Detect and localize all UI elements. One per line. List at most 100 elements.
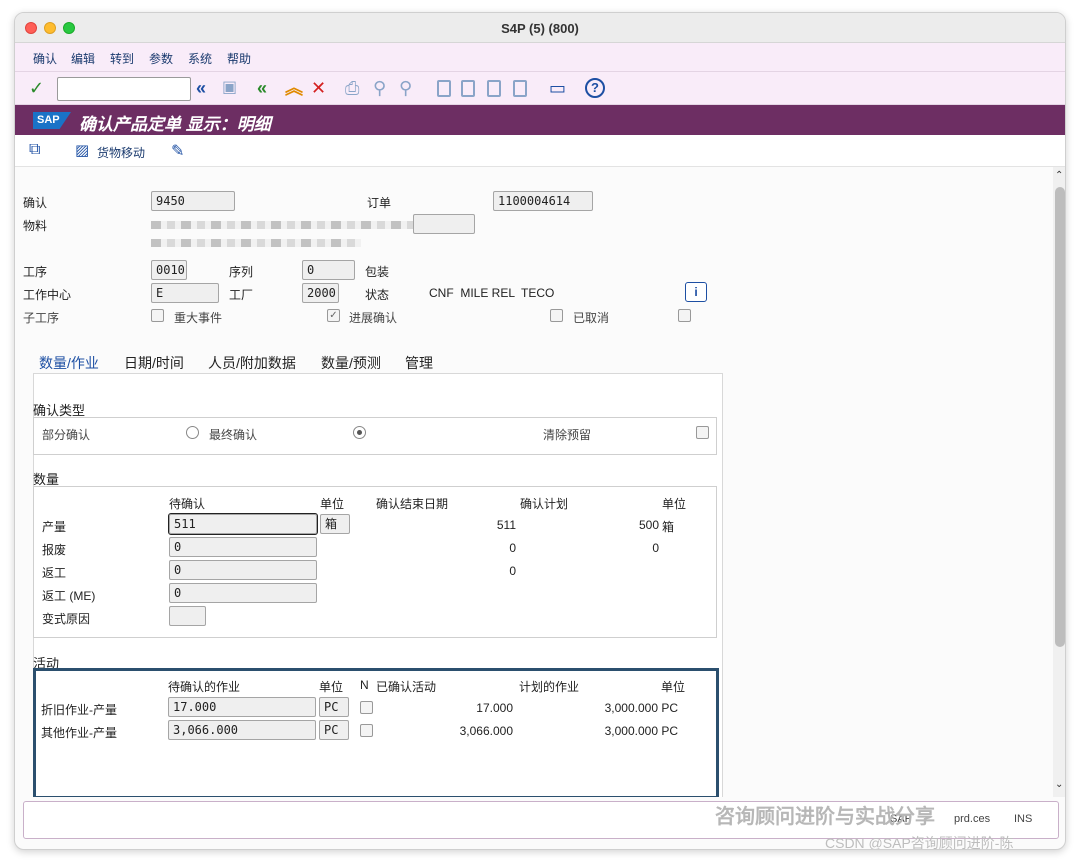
yield-label: 产量 xyxy=(42,520,67,534)
progress-confirm-checkbox[interactable] xyxy=(550,309,563,322)
scrap-field[interactable]: 0 xyxy=(169,537,317,557)
rework-me-field[interactable]: 0 xyxy=(169,583,317,603)
material-text-blurred xyxy=(151,239,361,247)
vertical-scrollbar[interactable]: ⌃ ⌄ xyxy=(1053,167,1065,797)
watermark-text: 咨询顾问进阶与实战分享 xyxy=(715,806,935,828)
material-description-field[interactable] xyxy=(413,214,475,234)
find-next-icon[interactable]: ⚲ xyxy=(399,77,412,99)
cancelled-label: 已取消 xyxy=(573,311,610,325)
menu-confirm[interactable]: 确认 xyxy=(33,50,57,67)
clear-reservation-checkbox[interactable] xyxy=(696,426,709,439)
qty-col-plan: 确认计划 xyxy=(520,497,569,511)
back-icon[interactable]: « xyxy=(257,77,267,99)
suboperation-label: 子工序 xyxy=(23,311,60,325)
command-expand-icon[interactable]: « xyxy=(196,77,206,99)
depreciation-activity-label: 折旧作业-产量 xyxy=(41,703,117,717)
other-planned: 3,000.000 PC xyxy=(604,724,678,738)
plant-label: 工厂 xyxy=(229,288,254,302)
cancel-icon[interactable]: ✕ xyxy=(311,77,326,99)
menu-system[interactable]: 系统 xyxy=(188,50,212,67)
act-col-unit: 单位 xyxy=(319,680,344,694)
material-number-blurred xyxy=(151,221,416,229)
yield-unit-field[interactable]: 箱 xyxy=(320,514,350,534)
major-event-checkbox[interactable]: ✓ xyxy=(327,309,340,322)
goods-movement-icon[interactable]: ▨ xyxy=(75,141,89,159)
first-page-icon[interactable] xyxy=(437,80,451,97)
other-confirmed: 3,066.000 xyxy=(459,724,513,738)
scroll-up-icon[interactable]: ⌃ xyxy=(1055,170,1063,181)
quantity-group: 待确认 单位 确认结束日期 确认计划 单位 产量 511 箱 511 500 箱… xyxy=(33,486,717,638)
scrap-plan: 0 xyxy=(652,541,659,555)
other-activity-label: 其他作业-产量 xyxy=(41,726,117,740)
menu-parameters[interactable]: 参数 xyxy=(149,50,173,67)
depreciation-confirmed: 17.000 xyxy=(476,701,513,715)
activity-group: 待确认的作业 单位 N 已确认活动 计划的作业 单位 折旧作业-产量 17.00… xyxy=(33,668,719,797)
final-confirm-radio[interactable] xyxy=(353,426,366,439)
qty-col-end-date: 确认结束日期 xyxy=(376,497,449,511)
cancelled-checkbox[interactable] xyxy=(678,309,691,322)
clear-reservation-label: 清除预留 xyxy=(543,428,592,442)
goods-movement-button[interactable]: 货物移动 xyxy=(97,144,145,161)
order-field[interactable]: 1100004614 xyxy=(493,191,593,211)
depreciation-activity-field[interactable]: 17.000 xyxy=(168,697,316,717)
edit-note-icon[interactable]: ✎ xyxy=(171,141,184,161)
command-field[interactable] xyxy=(57,77,191,101)
yield-field[interactable]: 511 xyxy=(168,513,318,535)
sequence-field[interactable]: 0 xyxy=(302,260,355,280)
depreciation-n-checkbox[interactable] xyxy=(360,701,373,714)
plant-field[interactable]: 2000 xyxy=(302,283,339,303)
material-label: 物料 xyxy=(23,219,48,233)
rework-label: 返工 xyxy=(42,566,67,580)
operation-field[interactable]: 0010 xyxy=(151,260,187,280)
confirmation-field[interactable]: 9450 xyxy=(151,191,235,211)
last-page-icon[interactable] xyxy=(513,80,527,97)
scrollbar-thumb[interactable] xyxy=(1055,187,1065,647)
yield-plan-unit: 箱 xyxy=(662,520,675,534)
save-icon[interactable]: ▣ xyxy=(222,77,237,99)
exit-icon[interactable]: ︽ xyxy=(285,77,303,99)
find-icon[interactable]: ⚲ xyxy=(373,77,386,99)
workcenter-field[interactable]: E xyxy=(151,283,219,303)
suboperation-checkbox[interactable] xyxy=(151,309,164,322)
tab-date-time[interactable]: 日期/时间 xyxy=(124,353,184,373)
screen-title: 确认产品定单 显示：明细 xyxy=(79,115,271,134)
other-unit-field[interactable]: PC xyxy=(319,720,349,740)
print-icon[interactable]: ⎙ xyxy=(345,77,359,99)
confirm-type-group: 部分确认 最终确认 清除预留 xyxy=(33,417,717,455)
watermark-csdn: CSDN @SAP咨询顾问进阶-陈 xyxy=(825,835,1014,850)
sap-logo: SAP xyxy=(33,112,71,129)
act-col-unit2: 单位 xyxy=(661,680,686,694)
window-title: S4P (5) (800) xyxy=(501,21,579,36)
final-confirm-label: 最终确认 xyxy=(209,428,258,442)
help-icon[interactable]: ? xyxy=(585,78,605,98)
scroll-down-icon[interactable]: ⌄ xyxy=(1055,779,1063,790)
status-ins-text[interactable]: INS xyxy=(1014,813,1032,825)
act-col-confirmed: 已确认活动 xyxy=(376,680,437,694)
other-n-checkbox[interactable] xyxy=(360,724,373,737)
status-label: 状态 xyxy=(365,288,390,302)
enter-check-icon[interactable]: ✓ xyxy=(29,77,44,99)
next-page-icon[interactable] xyxy=(487,80,501,97)
act-col-planned: 计划的作业 xyxy=(519,680,580,694)
menu-edit[interactable]: 编辑 xyxy=(71,50,95,67)
yield-plan: 500 xyxy=(638,518,659,532)
previous-page-icon[interactable] xyxy=(461,80,475,97)
rework-field[interactable]: 0 xyxy=(169,560,317,580)
tab-administration[interactable]: 管理 xyxy=(405,353,433,373)
scrap-label: 报废 xyxy=(42,543,67,557)
puzzle-icon[interactable]: ⧉ xyxy=(29,141,40,159)
new-session-icon[interactable]: ▭ xyxy=(549,77,566,99)
partial-confirm-radio[interactable] xyxy=(186,426,199,439)
qty-col-to-confirm: 待确认 xyxy=(169,497,206,511)
tab-quantity-forecast[interactable]: 数量/预测 xyxy=(321,353,381,373)
tab-personnel-data[interactable]: 人员/附加数据 xyxy=(208,353,296,373)
depreciation-unit-field[interactable]: PC xyxy=(319,697,349,717)
qty-col-unit: 单位 xyxy=(320,497,345,511)
menu-goto[interactable]: 转到 xyxy=(110,50,134,67)
other-activity-field[interactable]: 3,066.000 xyxy=(168,720,316,740)
status-info-icon[interactable]: i xyxy=(685,282,707,302)
act-col-n: N xyxy=(360,678,369,692)
qty-col-unit2: 单位 xyxy=(662,497,687,511)
menu-help[interactable]: 帮助 xyxy=(227,50,251,67)
variance-reason-field[interactable] xyxy=(169,606,206,626)
